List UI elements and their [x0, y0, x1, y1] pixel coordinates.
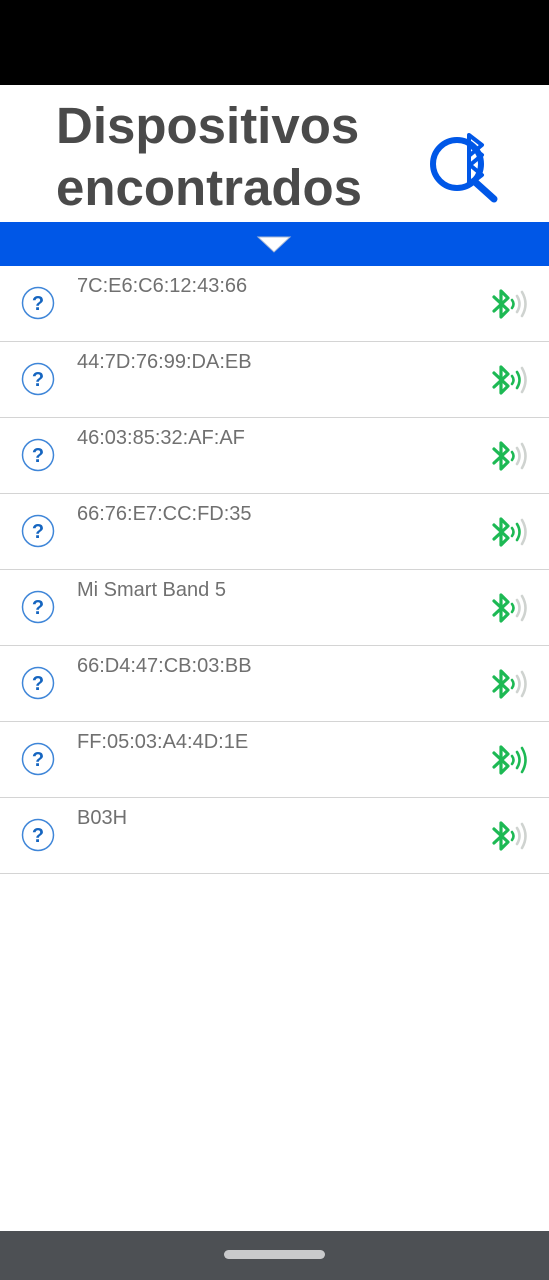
device-list-item[interactable]: ? FF:05:03:A4:4D:1E	[0, 722, 549, 798]
svg-text:?: ?	[32, 293, 44, 315]
svg-text:?: ?	[32, 445, 44, 467]
page-title: Dispositivos encontrados	[56, 97, 363, 216]
svg-text:?: ?	[32, 597, 44, 619]
svg-text:?: ?	[32, 521, 44, 543]
device-list-item[interactable]: ? 66:D4:47:CB:03:BB	[0, 646, 549, 722]
header: Dispositivos encontrados	[0, 85, 549, 222]
question-icon: ?	[21, 590, 55, 624]
device-list-item[interactable]: ? B03H	[0, 798, 549, 874]
device-name: 46:03:85:32:AF:AF	[77, 427, 245, 449]
question-icon: ?	[21, 514, 55, 548]
question-icon: ?	[21, 362, 55, 396]
svg-text:?: ?	[32, 673, 44, 695]
bluetooth-signal-icon	[492, 365, 527, 395]
device-name: FF:05:03:A4:4D:1E	[77, 731, 249, 753]
svg-text:?: ?	[32, 369, 44, 391]
bluetooth-signal-icon	[492, 593, 527, 623]
device-name: Mi Smart Band 5	[77, 579, 226, 601]
device-name: 7C:E6:C6:12:43:66	[77, 275, 248, 297]
device-name: 66:76:E7:CC:FD:35	[77, 503, 252, 525]
question-icon: ?	[21, 286, 55, 320]
navigation-bar	[0, 1231, 549, 1280]
device-list: ? 7C:E6:C6:12:43:66? 44:7D:76:99:DA:EB? 46:…	[0, 266, 549, 874]
device-list-item[interactable]: ? 46:03:85:32:AF:AF	[0, 418, 549, 494]
device-list-item[interactable]: ? Mi Smart Band 5	[0, 570, 549, 646]
bluetooth-search-button[interactable]	[426, 131, 502, 203]
svg-text:?: ?	[32, 749, 44, 771]
device-list-item[interactable]: ? 66:76:E7:CC:FD:35	[0, 494, 549, 570]
question-icon: ?	[21, 818, 55, 852]
status-bar	[0, 0, 549, 85]
collapse-toggle-bar[interactable]	[0, 222, 549, 266]
question-icon: ?	[21, 438, 55, 472]
device-list-item[interactable]: ? 44:7D:76:99:DA:EB	[0, 342, 549, 418]
question-icon: ?	[21, 666, 55, 700]
device-list-item[interactable]: ? 7C:E6:C6:12:43:66	[0, 266, 549, 342]
svg-text:?: ?	[32, 825, 44, 847]
question-icon: ?	[21, 742, 55, 776]
bluetooth-signal-icon	[492, 745, 527, 775]
bluetooth-signal-icon	[492, 821, 527, 851]
bluetooth-signal-icon	[492, 517, 527, 547]
bluetooth-signal-icon	[492, 289, 527, 319]
device-name: 66:D4:47:CB:03:BB	[77, 655, 252, 677]
bluetooth-search-icon	[430, 133, 498, 203]
bluetooth-signal-icon	[492, 669, 527, 699]
device-name: B03H	[77, 807, 128, 829]
home-indicator[interactable]	[224, 1250, 325, 1259]
chevron-down-icon	[256, 236, 292, 253]
device-name: 44:7D:76:99:DA:EB	[77, 351, 252, 373]
bluetooth-signal-icon	[492, 441, 527, 471]
